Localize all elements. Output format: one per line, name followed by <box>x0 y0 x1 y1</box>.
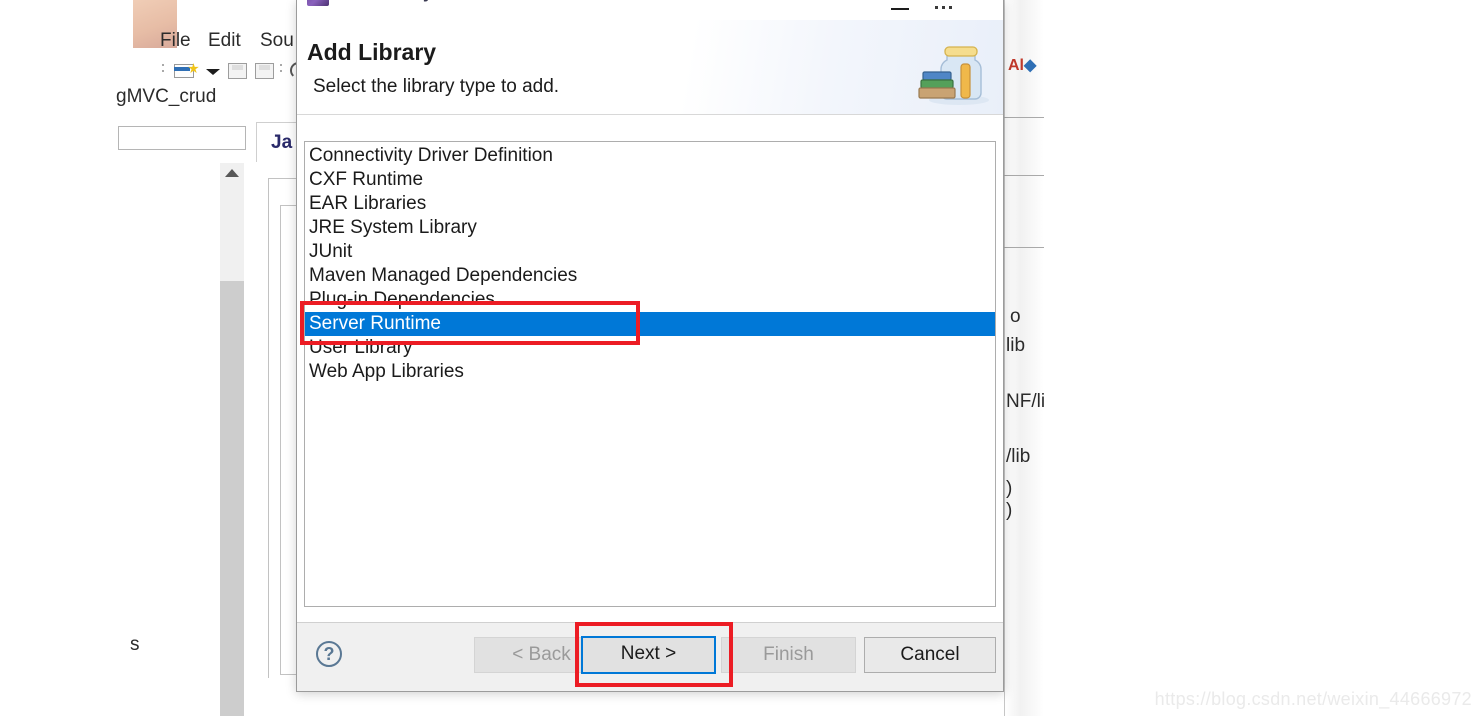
list-item[interactable]: User Library <box>305 336 995 360</box>
al-tool-icon[interactable]: Al◆ <box>1008 55 1036 75</box>
toolbar-grip-2[interactable] <box>280 62 283 76</box>
chevron-down-icon[interactable] <box>206 69 220 75</box>
bg-text-fragment-5: ) <box>1006 478 1013 499</box>
list-item[interactable]: JRE System Library <box>305 216 995 240</box>
list-item[interactable]: Plug-in Dependencies <box>305 288 995 312</box>
bg-text-fragment-1: o <box>1010 306 1021 327</box>
list-item-selected[interactable]: Server Runtime <box>305 312 995 336</box>
list-item[interactable]: Web App Libraries <box>305 360 995 384</box>
toolbar-grip-1[interactable] <box>162 62 165 76</box>
background-right-white <box>1044 0 1480 716</box>
menu-item-file[interactable]: File <box>160 30 191 52</box>
minimize-icon[interactable] <box>891 8 909 10</box>
scroll-up-arrow-icon[interactable] <box>225 169 239 177</box>
save-icon[interactable] <box>228 63 247 79</box>
library-jar-books-icon <box>918 46 989 105</box>
bg-text-fragment-2: lib <box>1006 335 1026 356</box>
right-panel-separator-1 <box>1004 117 1044 118</box>
dialog-subheading: Select the library type to add. <box>313 76 560 97</box>
library-type-listbox[interactable]: Connectivity Driver Definition CXF Runti… <box>304 141 996 607</box>
bg-text-fragment-left: s <box>130 634 140 655</box>
dialog-banner: Add Library Select the library type to a… <box>297 20 1003 115</box>
screenshot-root: Eclipse IDE File Edit Sou gMVC_crud J <box>0 0 1480 716</box>
save-all-icon[interactable] <box>255 63 274 79</box>
eclipse-toolbar <box>160 58 310 84</box>
bg-text-fragment-4: /lib <box>1006 446 1031 467</box>
dialog-body: Connectivity Driver Definition CXF Runti… <box>297 116 1003 622</box>
list-item[interactable]: Connectivity Driver Definition <box>305 144 995 168</box>
library-type-list: Connectivity Driver Definition CXF Runti… <box>305 144 995 384</box>
right-panel-separator-3 <box>1004 247 1044 248</box>
editor-tab-label: Ja <box>271 132 293 153</box>
project-name-label: gMVC_crud <box>116 86 217 107</box>
finish-button: Finish <box>721 637 856 673</box>
list-item[interactable]: JUnit <box>305 240 995 264</box>
dialog-footer: ? < Back Next > Finish Cancel <box>297 622 1003 691</box>
dialog-titlebar[interactable]: Add Library <box>297 0 1003 20</box>
watermark-text: https://blog.csdn.net/weixin_44666972 <box>1154 689 1472 709</box>
list-item[interactable]: CXF Runtime <box>305 168 995 192</box>
menu-item-edit[interactable]: Edit <box>208 30 241 52</box>
dialog-window-title: Add Library <box>337 0 432 3</box>
restore-icon[interactable] <box>935 6 955 12</box>
al-tool-label: Al <box>1008 57 1024 74</box>
right-panel-separator-2 <box>1004 175 1044 176</box>
bg-text-fragment-6: ) <box>1006 500 1013 521</box>
bg-text-fragment-3: NF/li <box>1006 391 1046 412</box>
list-item[interactable]: Maven Managed Dependencies <box>305 264 995 288</box>
background-text-input[interactable] <box>118 126 246 150</box>
help-icon[interactable]: ? <box>316 641 342 667</box>
list-item[interactable]: EAR Libraries <box>305 192 995 216</box>
dialog-heading: Add Library <box>307 39 437 65</box>
background-panel <box>110 152 230 697</box>
cancel-button[interactable]: Cancel <box>864 637 996 673</box>
eclipse-right-panel <box>1004 0 1044 716</box>
scrollbar-thumb[interactable] <box>220 281 244 716</box>
next-button[interactable]: Next > <box>581 636 716 674</box>
background-scrollbar[interactable] <box>220 163 244 716</box>
diamond-icon: ◆ <box>1024 57 1037 74</box>
dialog-window-icon <box>307 0 329 6</box>
eclipse-menubar: File Edit Sou <box>160 30 300 58</box>
add-library-dialog: Add Library Add Library Select the libra… <box>296 0 1004 692</box>
menu-item-source[interactable]: Sou <box>260 30 294 52</box>
